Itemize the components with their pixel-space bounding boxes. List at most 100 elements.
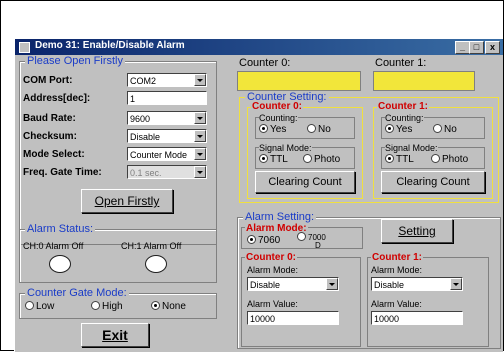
counter0-setting-title: Counter 0: [251,101,303,112]
freq-gate-label: Freq. Gate Time: [23,167,102,178]
counter0-yes-label: Yes [270,124,287,135]
radio-icon [431,154,440,163]
checksum-value: Disable [130,132,161,142]
com-port-label: COM Port: [23,75,73,86]
minimize-button[interactable]: _ [455,41,470,54]
counter1-label: Counter 1: [375,57,427,69]
alarm-setting-title: Alarm Setting: [243,211,317,223]
counter0-counting-label: Counting: [259,113,298,123]
alarm-counter1-value-input[interactable]: 10000 [371,311,463,325]
counter0-clear-button[interactable]: Clearing Count [255,171,355,193]
address-label: Address[dec]: [23,93,91,104]
exit-label: Exit [102,327,128,343]
counter1-signal-label: Signal Mode: [385,143,438,153]
chevron-down-icon[interactable] [194,112,206,124]
counter0-photo-label: Photo [314,154,341,165]
gate-none-radio[interactable]: None [151,301,186,312]
counter1-photo-label: Photo [442,154,469,165]
maximize-button[interactable]: □ [469,41,484,54]
mode-7000-suffix: D [315,241,321,250]
alarm-counter1-value-label: Alarm Value: [371,299,422,309]
window-title: Demo 31: Enable/Disable Alarm [35,40,185,51]
radio-selected-icon [151,301,160,310]
mode-select[interactable]: Counter Mode [127,147,207,161]
alarm-counter0-title: Counter 0: [245,252,297,263]
counter1-photo-radio[interactable]: Photo [431,154,468,165]
setting-label: Setting [398,224,436,238]
mode-7060-radio[interactable]: 7060 [247,235,280,246]
counter0-yes-radio[interactable]: Yes [259,124,286,135]
chevron-down-icon[interactable] [194,130,206,142]
baud-rate-select[interactable]: 9600 [127,111,207,125]
radio-icon [307,124,316,133]
counter1-ttl-radio[interactable]: TTL [385,154,414,165]
alarm-counter1-mode-value: Disable [374,280,405,290]
exit-button[interactable]: Exit [81,323,149,347]
alarm-counter0-mode-value: Disable [250,280,281,290]
checksum-label: Checksum: [23,131,77,142]
com-port-select[interactable]: COM2 [127,73,207,87]
counter0-no-label: No [318,124,331,135]
counter1-ttl-label: TTL [396,154,414,165]
alarm-counter0-value-label: Alarm Value: [247,299,298,309]
counter0-ttl-label: TTL [270,154,288,165]
counter1-counting-label: Counting: [385,113,424,123]
counter1-yes-radio[interactable]: Yes [385,124,412,135]
counter1-clear-button[interactable]: Clearing Count [381,171,485,193]
chevron-down-icon[interactable] [450,278,462,290]
ch1-alarm-status: CH:1 Alarm Off [121,241,182,251]
radio-icon [303,154,312,163]
mode-select-label: Mode Select: [23,149,85,160]
alarm-counter0-mode-select[interactable]: Disable [247,277,339,291]
gate-low-label: Low [36,301,55,312]
mode-select-value: Counter Mode [130,150,188,160]
radio-icon [25,301,34,310]
open-firstly-label: Open Firstly [94,194,160,208]
counter0-no-radio[interactable]: No [307,124,331,135]
counter1-yes-label: Yes [396,124,413,135]
chevron-down-icon[interactable] [326,278,338,290]
title-bar[interactable]: Demo 31: Enable/Disable Alarm _ □ x [15,39,503,55]
ch0-alarm-indicator [49,255,71,273]
address-input[interactable]: 1 [127,91,207,105]
gate-mode-title: Counter Gate Mode: [25,287,129,299]
open-group-title: Please Open Firstly [25,55,125,67]
close-button[interactable]: x [485,41,500,54]
gate-low-radio[interactable]: Low [25,301,54,312]
chevron-down-icon[interactable] [194,74,206,86]
counter1-display [373,71,475,91]
freq-gate-value: 0.1 sec. [130,168,162,178]
radio-selected-icon [247,235,256,244]
counter1-setting-title: Counter 1: [377,101,429,112]
app-icon [19,42,30,53]
alarm-counter1-title: Counter 1: [371,252,423,263]
open-firstly-button[interactable]: Open Firstly [81,189,173,213]
counter0-photo-radio[interactable]: Photo [303,154,340,165]
alarm-counter1-mode-select[interactable]: Disable [371,277,463,291]
baud-rate-value: 9600 [130,114,151,124]
freq-gate-select: 0.1 sec. [127,165,207,179]
radio-selected-icon [385,154,394,163]
radio-selected-icon [259,124,268,133]
counter0-label: Counter 0: [239,57,291,69]
radio-selected-icon [385,124,394,133]
counter0-ttl-radio[interactable]: TTL [259,154,288,165]
counter0-signal-label: Signal Mode: [259,143,312,153]
setting-button[interactable]: Setting [381,219,453,243]
chevron-down-icon[interactable] [194,148,206,160]
ch1-alarm-indicator [145,255,167,273]
gate-high-label: High [102,301,123,312]
chevron-down-icon [194,166,206,178]
counter1-no-label: No [444,124,457,135]
mode-7000-radio[interactable]: 7000 [297,232,326,243]
alarm-counter1-mode-label: Alarm Mode: [371,265,423,275]
radio-icon [297,232,306,241]
gate-high-radio[interactable]: High [91,301,123,312]
radio-icon [91,301,100,310]
checksum-select[interactable]: Disable [127,129,207,143]
alarm-counter0-mode-label: Alarm Mode: [247,265,299,275]
alarm-counter0-value-input[interactable]: 10000 [247,311,339,325]
com-port-value: COM2 [130,76,157,86]
counter1-no-radio[interactable]: No [433,124,457,135]
mode-7060-label: 7060 [258,235,281,246]
